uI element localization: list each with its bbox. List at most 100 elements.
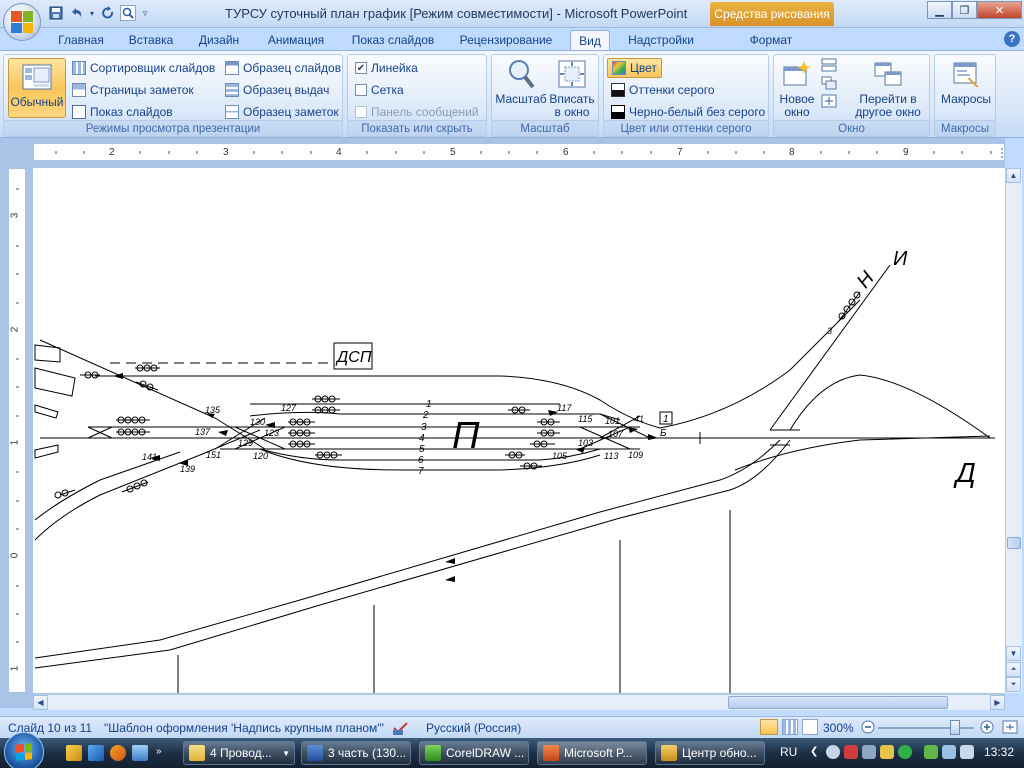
language-indicator[interactable]: Русский (Россия) — [426, 721, 521, 735]
ruler-checkbox[interactable]: ✔ Линейка — [355, 58, 418, 78]
scroll-right-icon[interactable]: ▶ — [990, 695, 1005, 710]
switch-window-button[interactable]: Перейти в другое окно — [848, 58, 928, 119]
notes-page-button[interactable]: Страницы заметок — [72, 80, 194, 100]
taskbar-item-label: CorelDRAW ... — [446, 746, 525, 760]
office-button[interactable] — [3, 3, 41, 41]
vertical-scrollbar[interactable]: ▲ ▼ ⏶ ⏷ — [1005, 168, 1022, 693]
notes-master-button[interactable]: Образец заметок — [225, 102, 339, 122]
tab-review[interactable]: Рецензирование — [452, 30, 560, 50]
show-desktop-icon[interactable] — [132, 745, 148, 761]
left-diagonal-2 — [34, 451, 181, 521]
vertical-scroll-thumb[interactable] — [1007, 537, 1021, 549]
tab-view[interactable]: Вид — [570, 30, 610, 50]
tab-animation[interactable]: Анимация — [258, 30, 334, 50]
tab-insert[interactable]: Вставка — [122, 30, 180, 50]
network-icon[interactable] — [942, 745, 956, 759]
sorter-view-status-icon[interactable] — [782, 719, 798, 735]
track-diagram[interactable]: П ДСП Н И Д 1 Б 1 2 3 4 5 6 7 135 127 13… — [33, 168, 1005, 693]
spellcheck-icon[interactable] — [392, 720, 410, 739]
tab-design[interactable]: Дизайн — [192, 30, 246, 50]
left-signal-boxes — [34, 404, 59, 459]
taskbar-item-powerpoint[interactable]: Microsoft P... — [537, 741, 647, 765]
cascade-icon[interactable] — [821, 76, 837, 90]
media-player-icon[interactable] — [110, 745, 126, 761]
normal-view-button[interactable]: Обычный — [8, 58, 66, 118]
tray-icon[interactable] — [862, 745, 876, 759]
grid-checkbox[interactable]: Сетка — [355, 80, 404, 100]
zoom-button[interactable]: Масштаб — [494, 58, 548, 106]
grayscale-button[interactable]: Оттенки серого — [611, 80, 715, 100]
zoom-slider-thumb[interactable] — [950, 720, 960, 735]
handout-master-button[interactable]: Образец выдач — [225, 80, 329, 100]
zoom-level[interactable]: 300% — [823, 721, 854, 735]
move-split-icon[interactable] — [821, 94, 837, 108]
normal-view-status-icon[interactable] — [760, 719, 778, 735]
tray-icon[interactable] — [826, 745, 840, 759]
taskbar-item-coreldraw[interactable]: CorelDRAW ... — [419, 741, 529, 765]
slide-sorter-button[interactable]: Сортировщик слайдов — [72, 58, 215, 78]
message-bar-label: Панель сообщений — [371, 105, 479, 119]
tray-icon[interactable] — [880, 745, 894, 759]
redo-icon[interactable] — [100, 5, 116, 21]
color-button[interactable]: Цвет — [607, 58, 662, 78]
slide-master-button[interactable]: Образец слайдов — [225, 58, 341, 78]
slideshow-button[interactable]: Показ слайдов — [72, 102, 173, 122]
tray-icon[interactable] — [898, 745, 912, 759]
tab-slideshow[interactable]: Показ слайдов — [346, 30, 440, 50]
slide-master-icon — [225, 61, 239, 75]
slideshow-status-icon[interactable] — [802, 719, 818, 735]
antivirus-icon[interactable] — [844, 745, 858, 759]
track-number: 4 — [419, 433, 425, 444]
taskbar-item-explorer[interactable]: 4 Провод... ▼ — [183, 741, 295, 765]
print-preview-icon[interactable] — [120, 5, 136, 21]
scroll-left-icon[interactable]: ◀ — [33, 695, 48, 710]
black-white-button[interactable]: Черно-белый без серого — [611, 102, 765, 122]
taskbar-item-word[interactable]: 3 часть (130... — [301, 741, 411, 765]
maximize-button[interactable]: ❐ — [952, 1, 977, 19]
new-window-button[interactable]: Новое окно — [776, 58, 818, 119]
undo-icon[interactable] — [68, 5, 84, 21]
help-icon[interactable]: ? — [1004, 31, 1020, 47]
message-bar-checkbox[interactable]: Панель сообщений — [355, 102, 479, 122]
windows-logo-icon — [16, 743, 32, 761]
save-icon[interactable] — [48, 5, 64, 21]
macros-button[interactable]: Макросы — [937, 58, 995, 106]
group-presentation-views: Обычный Сортировщик слайдов Страницы зам… — [3, 54, 343, 137]
close-button[interactable]: ✕ — [977, 1, 1022, 19]
scroll-up-icon[interactable]: ▲ — [1006, 168, 1021, 183]
tab-format[interactable]: Формат — [740, 30, 802, 50]
taskbar-item-update-center[interactable]: Центр обно... — [655, 741, 765, 765]
minimize-button[interactable]: ▁ — [927, 1, 952, 19]
horizontal-scroll-thumb[interactable] — [728, 696, 948, 709]
window-title: ТУРСУ суточный план график [Режим совмес… — [225, 6, 688, 21]
new-window-label-2: окно — [784, 105, 810, 119]
station-label: П — [452, 415, 480, 457]
fit-to-window-button[interactable]: Вписать в окно — [546, 58, 598, 119]
fit-slide-icon[interactable] — [1002, 720, 1018, 737]
battery-icon[interactable] — [924, 745, 938, 759]
previous-slide-icon[interactable]: ⏶ — [1006, 662, 1021, 677]
ruler-number: 3 — [223, 147, 229, 158]
language-tray[interactable]: RU — [780, 745, 797, 759]
arrange-all-icon[interactable] — [821, 58, 837, 72]
tab-home[interactable]: Главная — [52, 30, 110, 50]
next-slide-icon[interactable]: ⏷ — [1006, 677, 1021, 692]
dropdown-icon[interactable]: ▾ — [88, 5, 96, 21]
start-button[interactable] — [4, 732, 44, 768]
track-number: 3 — [421, 422, 427, 433]
zoom-in-icon[interactable] — [980, 720, 994, 737]
quicklaunch-icon[interactable] — [66, 745, 82, 761]
horizontal-scrollbar[interactable]: ◀ ▶ — [33, 694, 1005, 710]
zoom-out-icon[interactable] — [861, 720, 875, 737]
scroll-down-icon[interactable]: ▼ — [1006, 646, 1021, 661]
volume-icon[interactable] — [960, 745, 974, 759]
tab-addins[interactable]: Надстройки — [620, 30, 702, 50]
lower-track-1 — [34, 439, 781, 659]
clock[interactable]: 13:32 — [984, 745, 1014, 759]
vertical-ruler: 3 2 1 0 1 — [8, 168, 26, 693]
customize-qat-icon[interactable]: ▿ — [140, 5, 150, 21]
tray-expand-icon[interactable]: ❮ — [810, 746, 818, 757]
quicklaunch-icon[interactable] — [88, 745, 104, 761]
quicklaunch-more-icon[interactable]: » — [156, 746, 162, 757]
slide-canvas[interactable]: П ДСП Н И Д 1 Б 1 2 3 4 5 6 7 135 127 13… — [33, 168, 1005, 693]
